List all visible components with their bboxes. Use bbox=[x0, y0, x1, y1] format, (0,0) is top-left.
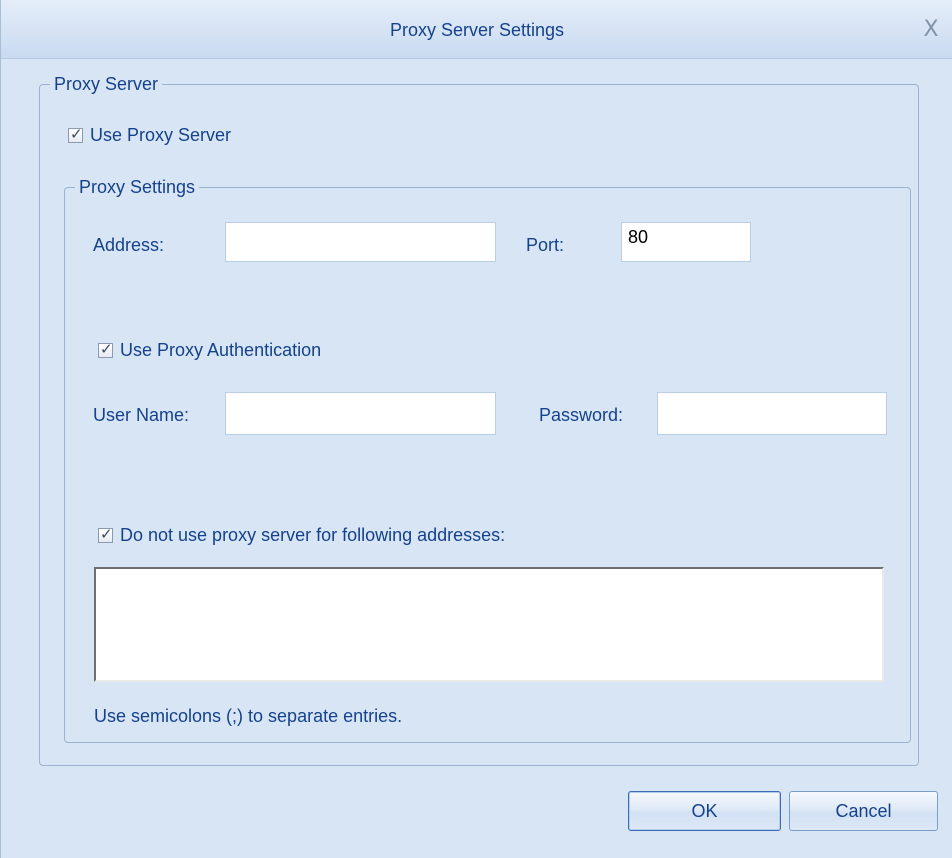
proxy-settings-legend: Proxy Settings bbox=[79, 177, 196, 197]
port-label: Port: bbox=[526, 235, 565, 255]
bypass-label[interactable]: Do not use proxy server for following ad… bbox=[120, 525, 505, 546]
address-label: Address: bbox=[93, 235, 165, 255]
address-field[interactable] bbox=[225, 222, 496, 262]
bypass-checkbox[interactable]: ✓ bbox=[98, 525, 113, 543]
proxy-settings-dialog: Proxy Server Settings X Proxy Server ✓ U… bbox=[0, 0, 952, 858]
checkmark-icon: ✓ bbox=[70, 125, 83, 143]
proxy-server-legend: Proxy Server bbox=[54, 74, 159, 94]
password-field[interactable] bbox=[657, 392, 887, 435]
ok-button[interactable]: OK bbox=[628, 791, 781, 831]
use-proxy-checkbox[interactable]: ✓ bbox=[68, 125, 83, 143]
use-auth-label[interactable]: Use Proxy Authentication bbox=[120, 340, 321, 361]
checkmark-icon: ✓ bbox=[100, 340, 113, 358]
checkmark-icon: ✓ bbox=[100, 525, 113, 543]
title-bar: Proxy Server Settings X bbox=[1, 0, 952, 59]
port-field[interactable]: 80 bbox=[621, 222, 751, 262]
use-auth-checkbox[interactable]: ✓ bbox=[98, 340, 113, 358]
cancel-button[interactable]: Cancel bbox=[789, 791, 938, 831]
use-proxy-label[interactable]: Use Proxy Server bbox=[90, 125, 231, 146]
username-label: User Name: bbox=[93, 405, 190, 425]
separator-hint: Use semicolons (;) to separate entries. bbox=[94, 706, 403, 726]
close-icon[interactable]: X bbox=[917, 16, 945, 44]
username-field[interactable] bbox=[225, 392, 496, 435]
password-label: Password: bbox=[539, 405, 624, 425]
window-title: Proxy Server Settings bbox=[389, 20, 565, 40]
bypass-addresses-textarea[interactable] bbox=[94, 567, 884, 682]
